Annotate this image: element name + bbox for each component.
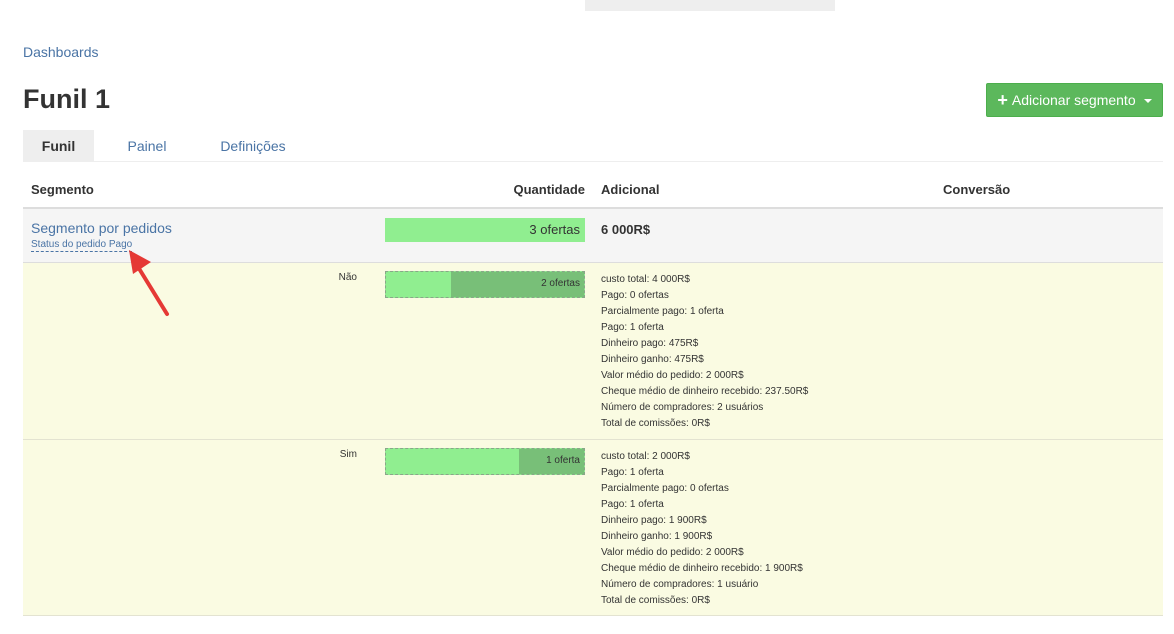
caret-down-icon [1143,99,1152,103]
tab-funil[interactable]: Funil [23,130,94,161]
top-search-strip [585,0,835,11]
add-segment-button[interactable]: + Adicionar segmento [986,83,1163,117]
segment-quantity-bar: 3 ofertas [385,218,585,242]
column-quantidade: Quantidade [513,182,585,197]
column-segmento: Segmento [31,182,94,197]
detail-stat-line: Pago: 1 oferta [601,467,664,478]
detail-stat-line: Total de comissões: 0R$ [601,418,710,429]
tab-bar: Funil Painel Definições [23,130,1163,162]
detail-quantity-text: 2 ofertas [541,278,580,289]
detail-stat-line: Pago: 1 oferta [601,322,664,333]
breadcrumb-dashboards[interactable]: Dashboards [23,44,99,60]
detail-quantity-bar: 1 oferta [385,448,585,475]
detail-stats-list: custo total: 2 000R$ Pago: 1 oferta Parcia… [601,449,803,609]
detail-stat-line: Cheque médio de dinheiro recebido: 237.5… [601,386,809,397]
detail-stat-line: Número de compradores: 2 usuários [601,402,764,413]
column-adicional: Adicional [601,182,660,197]
segment-row: Segmento por pedidos Status do pedido Pa… [23,209,1163,263]
red-arrow-icon [129,250,169,316]
segment-filter-link[interactable]: Status do pedido Pago [31,239,133,252]
detail-quantity-text: 1 oferta [546,455,580,466]
detail-row-nao: Não 2 ofertas custo total: 4 000R$ Pago: … [23,263,1163,440]
plus-icon: + [997,90,1008,110]
tab-painel[interactable]: Painel [117,130,177,161]
detail-stat-line: Pago: 1 oferta [601,499,664,510]
detail-stat-line: Total de comissões: 0R$ [601,595,710,606]
detail-stat-line: Dinheiro ganho: 475R$ [601,354,704,365]
detail-stat-line: Parcialmente pago: 1 oferta [601,306,724,317]
detail-row-sim: Sim 1 oferta custo total: 2 000R$ Pago: 1… [23,440,1163,616]
detail-stat-line: Dinheiro ganho: 1 900R$ [601,531,713,542]
detail-stat-line: Valor médio do pedido: 2 000R$ [601,370,744,381]
table-header: Segmento Quantidade Adicional Conversão [23,172,1163,209]
detail-stat-line: Número de compradores: 1 usuário [601,579,759,590]
add-segment-label: Adicionar segmento [1011,92,1136,108]
detail-label: Não [338,272,357,283]
detail-stat-line: Cheque médio de dinheiro recebido: 1 900… [601,563,803,574]
detail-label: Sim [339,449,357,460]
detail-stat-line: custo total: 4 000R$ [601,274,690,285]
detail-stat-line: Dinheiro pago: 475R$ [601,338,699,349]
tab-definicoes[interactable]: Definições [209,130,297,161]
detail-stat-line: Pago: 0 ofertas [601,290,669,301]
detail-stats-list: custo total: 4 000R$ Pago: 0 ofertas Parci… [601,272,808,432]
segment-total: 6 000R$ [601,222,651,237]
detail-quantity-bar: 2 ofertas [385,271,585,298]
segment-name-link[interactable]: Segmento por pedidos [31,220,172,236]
detail-stat-line: Dinheiro pago: 1 900R$ [601,515,707,526]
detail-stat-line: Valor médio do pedido: 2 000R$ [601,547,744,558]
detail-stat-line: custo total: 2 000R$ [601,451,690,462]
page-title: Funil 1 [23,84,110,114]
detail-stat-line: Parcialmente pago: 0 ofertas [601,483,729,494]
column-conversao: Conversão [943,182,1011,197]
